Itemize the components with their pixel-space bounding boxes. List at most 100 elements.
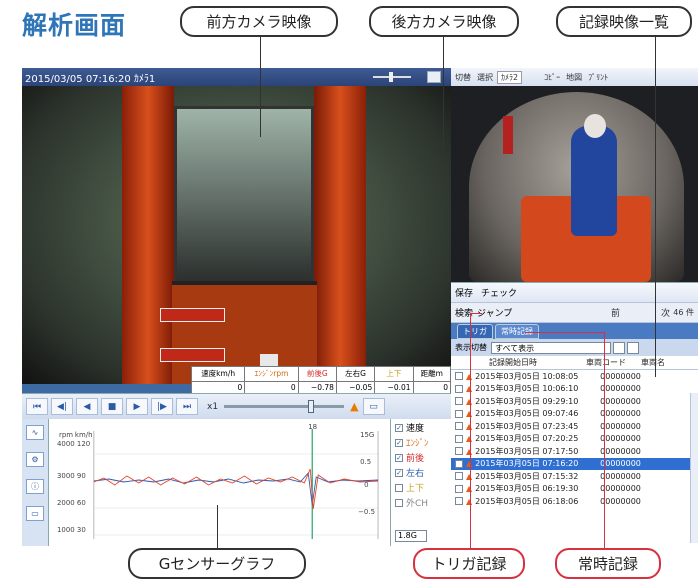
row-checkbox[interactable] [455,497,463,506]
record-code: 00000000 [600,396,641,406]
filter-dropdown-button[interactable] [613,341,625,354]
record-code: 00000000 [600,484,641,494]
info-icon[interactable]: ⓘ [26,479,44,494]
checkbox-icon[interactable] [395,498,403,507]
range-select[interactable]: 1.8G [395,530,427,542]
tick-05: 0.5 [360,458,371,466]
list-item[interactable]: ▲2015年03月05日 10:06:1000000000 [451,383,698,396]
checkbox-icon[interactable]: ✓ [395,453,403,462]
list-item[interactable]: ▲2015年03月05日 06:19:3000000000 [451,483,698,496]
last-button[interactable]: ⏭ [176,398,198,415]
list-item[interactable]: ▲2015年03月05日 07:15:3200000000 [451,470,698,483]
checkbox-icon[interactable]: ✓ [395,423,403,432]
legend-speed: 速度 [406,424,425,434]
list-item[interactable]: ▲2015年03月05日 07:17:5000000000 [451,445,698,458]
time-marker: 18 [308,423,317,431]
regular-leader-tick [525,332,605,333]
row-checkbox[interactable] [455,397,463,406]
record-code: 00000000 [600,384,641,394]
row-checkbox[interactable] [455,447,463,456]
copy-button[interactable]: ｺﾋﾟｰ [544,72,560,83]
trigger-callout: トリガ記録 [413,548,525,579]
checkbox-icon[interactable]: ✓ [395,438,403,447]
axis-label-rpm: rpm [59,431,73,439]
row-checkbox[interactable] [455,384,463,393]
prev-frame-button[interactable]: ◀| [51,398,73,415]
save-button[interactable]: 保存 [455,286,473,299]
legend-up-down: 上下 [406,484,425,494]
page-title: 解析画面 [22,11,127,40]
record-date: 2015年03月05日 06:18:06 [475,496,579,506]
trigger-leader [470,313,471,548]
speed-value: 0 [190,380,246,395]
list-item[interactable]: ▲2015年03月05日 07:23:4500000000 [451,420,698,433]
snapshot-button[interactable]: ▭ [362,398,385,415]
distance-header: 距離m [412,366,452,382]
window-icon[interactable]: ▭ [26,506,44,521]
filter-select[interactable]: すべて表示 [491,341,611,354]
list-item[interactable]: ▲2015年03月05日 10:08:0500000000 [451,370,698,383]
map-button[interactable]: 地図 [566,72,582,83]
waveform-icon[interactable]: ∿ [26,425,44,440]
settings-icon[interactable]: ⚙ [26,452,44,467]
list-item[interactable]: ▲2015年03月05日 09:29:1000000000 [451,395,698,408]
record-list-callout: 記録映像一覧 [556,6,692,37]
trigger-leader-tick [470,313,482,314]
next-frame-button[interactable]: |▶ [151,398,173,415]
fullscreen-button[interactable] [427,71,441,83]
check-button[interactable]: チェック [481,286,517,299]
prev-button[interactable]: 前 [611,306,620,319]
list-scrollbar[interactable] [690,393,698,543]
filter-apply-button[interactable] [627,341,639,354]
list-item[interactable]: ▲2015年03月05日 07:20:2500000000 [451,433,698,446]
row-checkbox[interactable] [455,459,463,468]
checkbox-icon[interactable] [395,483,403,492]
g-sensor-graph: rpm km/h 4000 120 3000 90 2000 60 1000 3… [49,419,391,546]
tab-trigger[interactable]: トリガ [457,324,493,339]
row-checkbox[interactable] [455,472,463,481]
list-item-selected[interactable]: ▲2015年03月05日 07:16:2000000000 [451,457,698,470]
record-code: 00000000 [600,421,641,431]
jump-button[interactable]: ジャンプ [477,306,512,319]
axis-label-kmh: km/h [75,431,93,439]
g-sensor-callout: Gセンサーグラフ [128,548,306,579]
print-button[interactable]: ﾌﾟﾘﾝﾄ [588,72,608,83]
record-code: 00000000 [600,371,641,381]
switch-button[interactable]: 切替 [455,72,471,83]
next-button[interactable]: 次 [661,306,670,319]
front-back-g-header: 前後G [297,366,337,382]
tick-4000: 4000 [57,440,75,448]
g-sensor-leader [217,505,218,548]
volume-knob[interactable] [389,72,393,82]
column-date[interactable]: 記録開始日時 [471,357,586,368]
row-checkbox[interactable] [455,434,463,443]
engine-header: ｴﾝｼﾞﾝrpm [244,366,299,382]
list-item[interactable]: ▲2015年03月05日 09:07:4600000000 [451,408,698,421]
first-button[interactable]: ⏮ [26,398,48,415]
stop-button[interactable]: ■ [101,398,123,415]
legend-ext-ch: 外CH [406,499,429,509]
tick-3000: 3000 [57,472,75,480]
record-code: 00000000 [600,434,641,444]
row-checkbox[interactable] [455,484,463,493]
list-item[interactable]: ▲2015年03月05日 06:18:0600000000 [451,495,698,508]
row-checkbox[interactable] [455,422,463,431]
record-date: 2015年03月05日 07:20:25 [475,434,579,444]
record-date: 2015年03月05日 09:07:46 [475,409,579,419]
g-sensor-chart: rpm km/h 4000 120 3000 90 2000 60 1000 3… [57,423,379,539]
play-button[interactable]: ▶ [126,398,148,415]
seek-knob[interactable] [308,400,315,413]
select-button[interactable]: 選択 [477,72,493,83]
record-code: 00000000 [600,409,641,419]
column-name[interactable]: 車両名 [641,357,665,368]
checkbox-icon[interactable]: ✓ [395,468,403,477]
regular-leader [604,332,605,548]
row-checkbox[interactable] [455,409,463,418]
record-code: 00000000 [600,459,641,469]
camera-select[interactable]: ｶﾒﾗ2 [497,70,523,84]
column-code[interactable]: 車両コード [586,357,641,368]
row-checkbox[interactable] [455,372,463,381]
reverse-button[interactable]: ◀ [76,398,98,415]
seek-track[interactable] [224,400,345,413]
zoom-level[interactable]: x1 [207,402,218,412]
